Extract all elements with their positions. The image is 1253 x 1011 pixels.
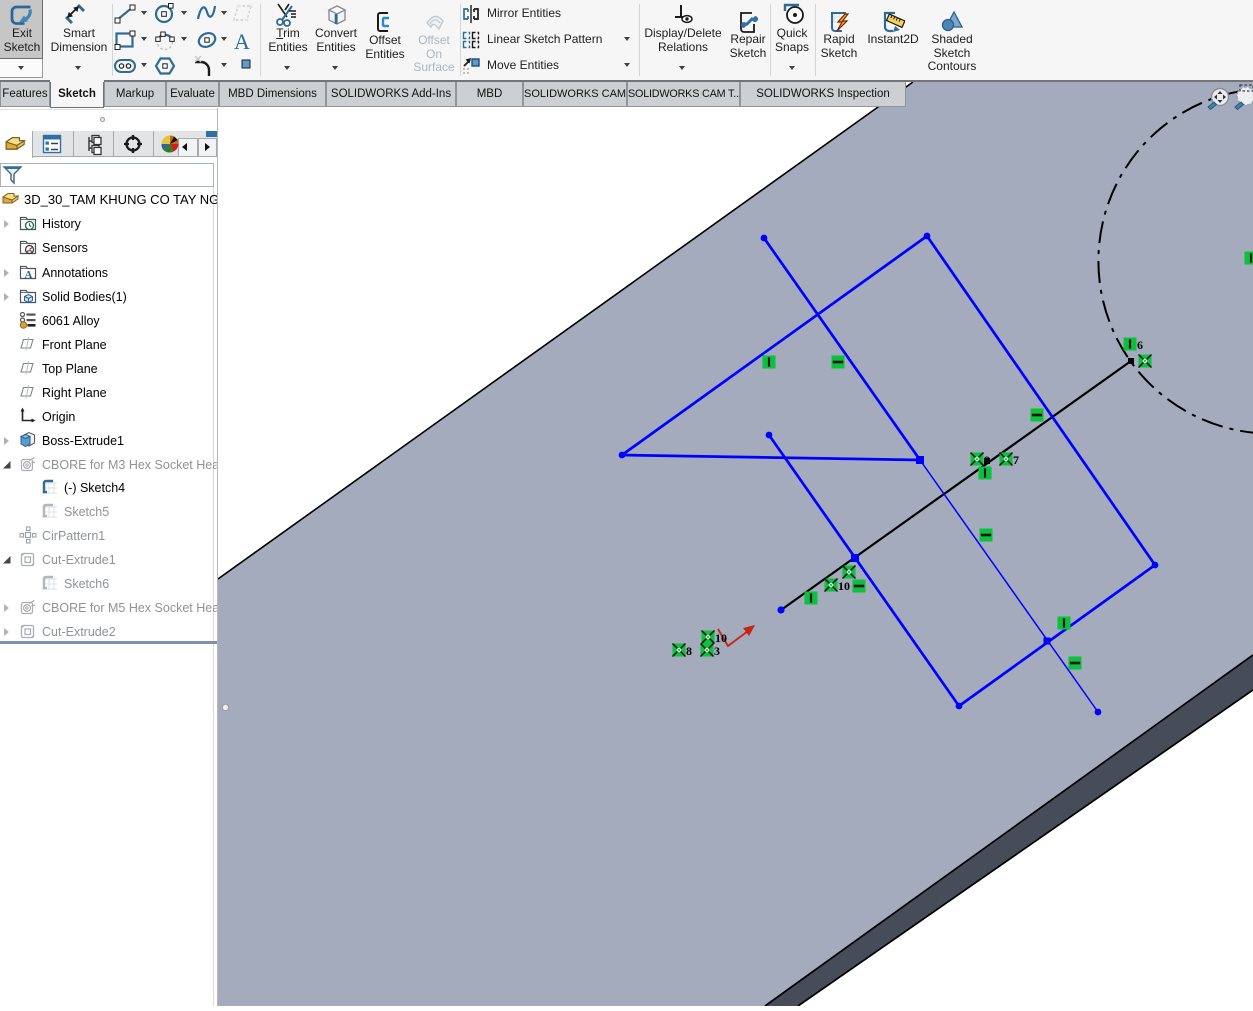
svg-text:9: 9 bbox=[984, 453, 990, 467]
svg-text:8: 8 bbox=[686, 644, 692, 658]
svg-text:3: 3 bbox=[714, 644, 720, 658]
svg-text:A: A bbox=[234, 29, 250, 54]
svg-text:7: 7 bbox=[1013, 453, 1019, 467]
svg-text:10: 10 bbox=[838, 579, 850, 593]
svg-text:A: A bbox=[25, 269, 33, 281]
svg-text:10: 10 bbox=[715, 631, 727, 645]
svg-text:6: 6 bbox=[1137, 338, 1143, 352]
